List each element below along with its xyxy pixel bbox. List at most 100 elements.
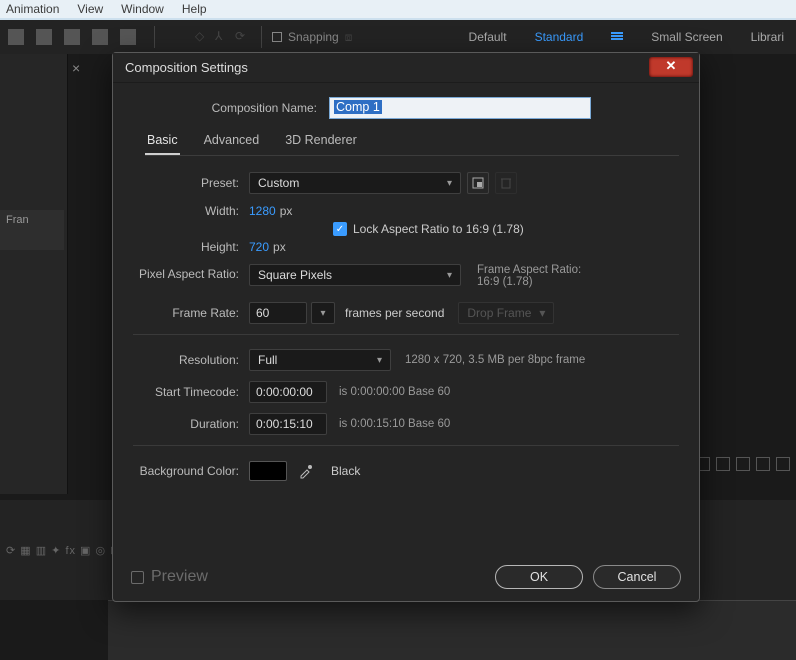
- bgcolor-swatch[interactable]: [249, 461, 287, 481]
- menu-help[interactable]: Help: [182, 2, 207, 16]
- framerate-input[interactable]: 60: [249, 302, 307, 324]
- framerate-value: 60: [256, 306, 269, 320]
- preset-select[interactable]: Custom ▾: [249, 172, 461, 194]
- dialog-tabs: Basic Advanced 3D Renderer: [145, 129, 679, 156]
- project-panel: [0, 54, 68, 494]
- separator: [133, 334, 679, 335]
- preset-value: Custom: [258, 176, 299, 190]
- hand-tool-icon[interactable]: [36, 29, 52, 45]
- dialog-close-button[interactable]: ✕: [649, 57, 693, 77]
- lock-aspect-checkbox[interactable]: ✓: [333, 222, 347, 236]
- duration-input[interactable]: 0:00:15:10: [249, 413, 327, 435]
- menu-view[interactable]: View: [77, 2, 103, 16]
- app-menubar[interactable]: Animation View Window Help: [0, 0, 796, 18]
- start-timecode-input[interactable]: 0:00:00:00: [249, 381, 327, 403]
- viewer-icon[interactable]: [716, 457, 730, 471]
- comp-name-label: Composition Name:: [133, 101, 329, 115]
- eyedropper-button[interactable]: [295, 460, 317, 482]
- height-label: Height:: [133, 240, 249, 254]
- frame-aspect-label: Frame Aspect Ratio:: [477, 264, 581, 276]
- save-preset-icon: [472, 177, 484, 189]
- width-input[interactable]: 1280: [249, 204, 276, 218]
- composition-settings-dialog: Composition Settings ✕ Composition Name:…: [112, 52, 700, 602]
- par-label: Pixel Aspect Ratio:: [133, 264, 249, 281]
- resolution-label: Resolution:: [133, 353, 249, 367]
- snapping-toggle[interactable]: Snapping ⧈: [272, 30, 352, 45]
- eyedropper-icon: [298, 463, 314, 479]
- comp-name-value: Comp 1: [334, 100, 382, 114]
- app-toolbar: ◇ ⅄ ⟳ Snapping ⧈ Default Standard Small …: [0, 20, 796, 54]
- dialog-footer: Preview OK Cancel: [113, 565, 699, 589]
- tab-basic[interactable]: Basic: [145, 129, 180, 155]
- chevron-down-icon: ▾: [447, 178, 452, 189]
- start-timecode-hint: is 0:00:00:00 Base 60: [339, 386, 450, 398]
- toolbar-separator: [261, 26, 262, 48]
- preview-checkbox: [131, 571, 144, 584]
- par-value: Square Pixels: [258, 268, 332, 282]
- comp-name-input[interactable]: Comp 1: [329, 97, 591, 119]
- disabled-tool-group: ◇ ⅄ ⟳: [195, 29, 251, 45]
- duration-hint: is 0:00:15:10 Base 60: [339, 418, 450, 430]
- panel-tab-close[interactable]: ×: [72, 60, 80, 76]
- tab-advanced[interactable]: Advanced: [202, 129, 262, 153]
- ok-button[interactable]: OK: [495, 565, 583, 589]
- preview-label: Preview: [151, 568, 208, 586]
- menu-window[interactable]: Window: [121, 2, 164, 16]
- frame-aspect-value: 16:9 (1.78): [477, 276, 581, 288]
- height-unit: px: [273, 240, 286, 254]
- width-unit: px: [280, 204, 293, 218]
- dialog-title: Composition Settings: [125, 60, 248, 75]
- cancel-button[interactable]: Cancel: [593, 565, 681, 589]
- chevron-down-icon: ▾: [447, 270, 452, 281]
- viewer-toolbar: [696, 457, 790, 471]
- workspace-libraries[interactable]: Librari: [751, 30, 784, 44]
- resolution-select[interactable]: Full ▾: [249, 349, 391, 371]
- tab-3d-renderer[interactable]: 3D Renderer: [283, 129, 359, 153]
- par-select[interactable]: Square Pixels ▾: [249, 264, 461, 286]
- framerate-dropdown[interactable]: ▾: [311, 302, 335, 324]
- snapping-label: Snapping: [288, 30, 339, 44]
- preset-label: Preset:: [133, 176, 249, 190]
- framerate-label: Frame Rate:: [133, 306, 249, 320]
- rotate-icon: ⟳: [235, 29, 251, 45]
- height-input[interactable]: 720: [249, 240, 269, 254]
- project-panel-label: Fran: [0, 210, 64, 250]
- resolution-value: Full: [258, 353, 277, 367]
- tool-icon-group: [0, 29, 144, 45]
- viewer-icon[interactable]: [776, 457, 790, 471]
- duration-value: 0:00:15:10: [256, 417, 313, 431]
- dropframe-value: Drop Frame: [467, 306, 531, 320]
- workspace-small-screen[interactable]: Small Screen: [651, 30, 722, 44]
- brush-tool-icon[interactable]: [120, 29, 136, 45]
- dropframe-select: Drop Frame ▾: [458, 302, 554, 324]
- axis-icon: ⅄: [215, 29, 231, 45]
- menu-animation[interactable]: Animation: [6, 2, 59, 16]
- puppet-icon: ◇: [195, 29, 211, 45]
- save-preset-button[interactable]: [467, 172, 489, 194]
- dialog-titlebar[interactable]: Composition Settings ✕: [113, 53, 699, 83]
- separator: [133, 445, 679, 446]
- duration-label: Duration:: [133, 417, 249, 431]
- workspace-standard[interactable]: Standard: [535, 30, 584, 44]
- width-label: Width:: [133, 204, 249, 218]
- framerate-unit: frames per second: [345, 306, 444, 320]
- viewer-icon[interactable]: [756, 457, 770, 471]
- snapping-magnet-icon: ⧈: [345, 30, 353, 45]
- workspace-default[interactable]: Default: [469, 30, 507, 44]
- start-timecode-value: 0:00:00:00: [256, 385, 313, 399]
- selection-tool-icon[interactable]: [8, 29, 24, 45]
- toolbar-separator: [154, 26, 155, 48]
- viewer-icon[interactable]: [736, 457, 750, 471]
- delete-preset-button: [495, 172, 517, 194]
- workspace-switcher: Default Standard Small Screen Librari: [469, 30, 796, 44]
- pen-tool-icon[interactable]: [92, 29, 108, 45]
- workspace-menu-icon[interactable]: [611, 31, 623, 43]
- chevron-down-icon: ▾: [539, 306, 545, 320]
- resolution-hint: 1280 x 720, 3.5 MB per 8bpc frame: [405, 354, 585, 366]
- timeline-toolbar-icons[interactable]: ⟳ ▦ ▥ ✦ fx ▣ ◎ ⊞: [6, 544, 120, 557]
- lower-panel: [108, 600, 796, 660]
- trash-icon: [501, 177, 511, 189]
- shape-tool-icon[interactable]: [64, 29, 80, 45]
- chevron-down-icon: ▾: [320, 308, 325, 319]
- snapping-checkbox-icon: [272, 32, 282, 42]
